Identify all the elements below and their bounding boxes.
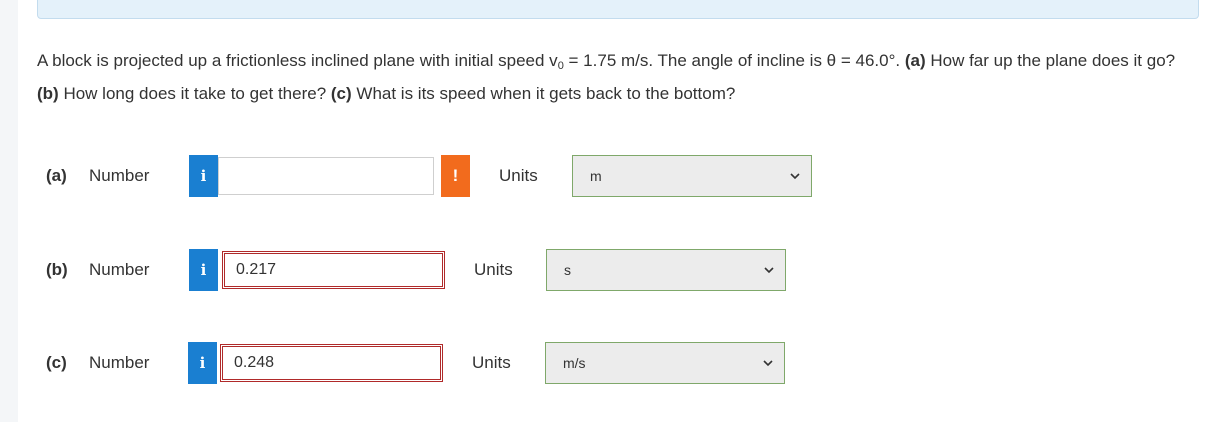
part-label-a: (a) — [46, 166, 67, 185]
info-icon[interactable]: i — [189, 249, 218, 291]
part-label-b: (b) — [46, 260, 68, 279]
number-label-c: Number — [89, 353, 150, 372]
exclamation-icon: ! — [441, 155, 470, 197]
answer-input-c[interactable]: 0.248 — [220, 344, 443, 382]
question-text: A block is projected up a frictionless i… — [37, 51, 1176, 103]
answer-row-b: (b) Number i 0.217 Units s — [0, 249, 1212, 293]
number-label-b: Number — [89, 260, 150, 279]
units-select-c[interactable]: m/s — [545, 342, 785, 384]
answer-input-b[interactable]: 0.217 — [222, 251, 445, 289]
answer-row-a: (a) Number i ! Units m — [0, 155, 1212, 199]
units-select-b[interactable]: s — [546, 249, 786, 291]
number-label-a: Number — [89, 166, 150, 185]
chevron-down-icon — [790, 173, 800, 180]
info-icon[interactable]: i — [188, 342, 217, 384]
answer-row-c: (c) Number i 0.248 Units m/s — [0, 342, 1212, 386]
units-label-a: Units — [499, 166, 538, 185]
answer-input-a[interactable] — [218, 157, 434, 195]
units-select-a[interactable]: m — [572, 155, 812, 197]
chevron-down-icon — [763, 360, 773, 367]
units-select-value-a: m — [590, 168, 602, 184]
units-label-c: Units — [472, 353, 511, 372]
info-icon[interactable]: i — [189, 155, 218, 197]
units-label-b: Units — [474, 260, 513, 279]
units-select-value-c: m/s — [563, 355, 586, 371]
top-banner — [37, 0, 1199, 19]
part-label-c: (c) — [46, 353, 67, 372]
units-select-value-b: s — [564, 262, 571, 278]
chevron-down-icon — [764, 267, 774, 274]
